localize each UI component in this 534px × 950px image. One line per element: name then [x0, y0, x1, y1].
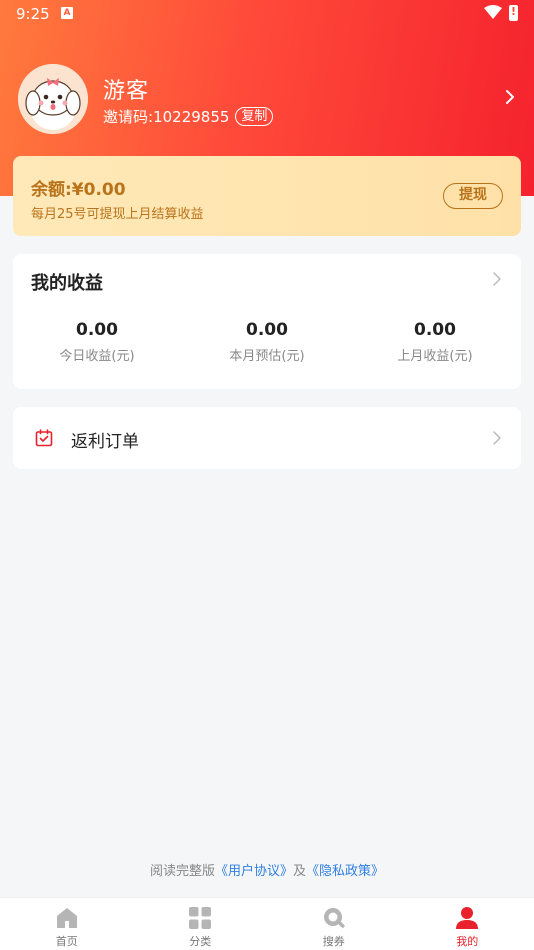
privacy-policy-link[interactable]: 《隐私政策》 — [306, 864, 384, 879]
stat-value: 0.00 — [414, 320, 456, 340]
chevron-right-icon — [493, 431, 501, 445]
rebate-orders-label: 返利订单 — [71, 432, 139, 452]
stat-month-estimate: 0.00 本月预估(元) — [197, 320, 337, 364]
user-agreement-link[interactable]: 《用户协议》 — [215, 864, 293, 879]
home-icon — [56, 908, 77, 928]
stat-label: 今日收益(元) — [59, 349, 135, 364]
username: 游客 — [103, 79, 150, 104]
earnings-title: 我的收益 — [31, 273, 103, 294]
tab-search[interactable]: 搜券 — [267, 898, 401, 950]
footer-prefix: 阅读完整版 — [149, 864, 215, 879]
search-icon — [323, 908, 345, 928]
status-bar: 9:25 A — [0, 0, 534, 28]
tab-label: 我的 — [456, 935, 479, 948]
stat-value: 0.00 — [76, 320, 118, 340]
order-check-icon — [35, 429, 53, 447]
stat-label: 本月预估(元) — [229, 349, 305, 364]
earnings-card[interactable]: 我的收益 0.00 今日收益(元) 0.00 本月预估(元) 0.00 上月收益… — [13, 254, 521, 389]
tab-label: 搜券 — [322, 935, 345, 948]
status-time: 9:25 — [16, 5, 50, 23]
wifi-icon — [484, 5, 502, 19]
balance-amount: 余额:¥0.00 — [31, 180, 126, 200]
notification-icon: A — [61, 7, 73, 19]
agreement-footer: 阅读完整版《用户协议》及《隐私政策》 — [0, 860, 534, 879]
bottom-tab-bar: 首页 分类 搜券 我的 — [0, 897, 534, 950]
tab-label: 分类 — [189, 935, 212, 948]
footer-conjunction: 及 — [293, 864, 307, 879]
rebate-orders-row[interactable]: 返利订单 — [13, 407, 521, 469]
stat-value: 0.00 — [246, 320, 288, 340]
chevron-right-icon[interactable] — [489, 271, 505, 287]
profile-chevron-right-icon[interactable] — [500, 87, 520, 107]
balance-card: 余额:¥0.00 每月25号可提现上月结算收益 提现 — [13, 156, 521, 236]
tab-mine[interactable]: 我的 — [401, 898, 534, 950]
stat-label: 上月收益(元) — [397, 349, 473, 364]
tab-category[interactable]: 分类 — [134, 898, 268, 950]
withdraw-button[interactable]: 提现 — [443, 183, 503, 209]
copy-button[interactable]: 复制 — [235, 107, 274, 126]
stat-today: 0.00 今日收益(元) — [27, 320, 167, 364]
stat-last-month: 0.00 上月收益(元) — [365, 320, 505, 364]
avatar[interactable] — [18, 64, 88, 134]
tab-home[interactable]: 首页 — [0, 898, 134, 950]
invite-code-row: 邀请码: 10229855 复制 — [103, 106, 274, 127]
balance-note: 每月25号可提现上月结算收益 — [31, 207, 204, 222]
tab-label: 首页 — [55, 935, 78, 948]
invite-code: 10229855 — [153, 107, 230, 126]
battery-icon — [509, 5, 518, 21]
dog-avatar-icon — [18, 64, 88, 134]
user-icon — [456, 907, 479, 929]
grid-icon — [189, 907, 212, 929]
invite-label: 邀请码: — [103, 108, 154, 126]
